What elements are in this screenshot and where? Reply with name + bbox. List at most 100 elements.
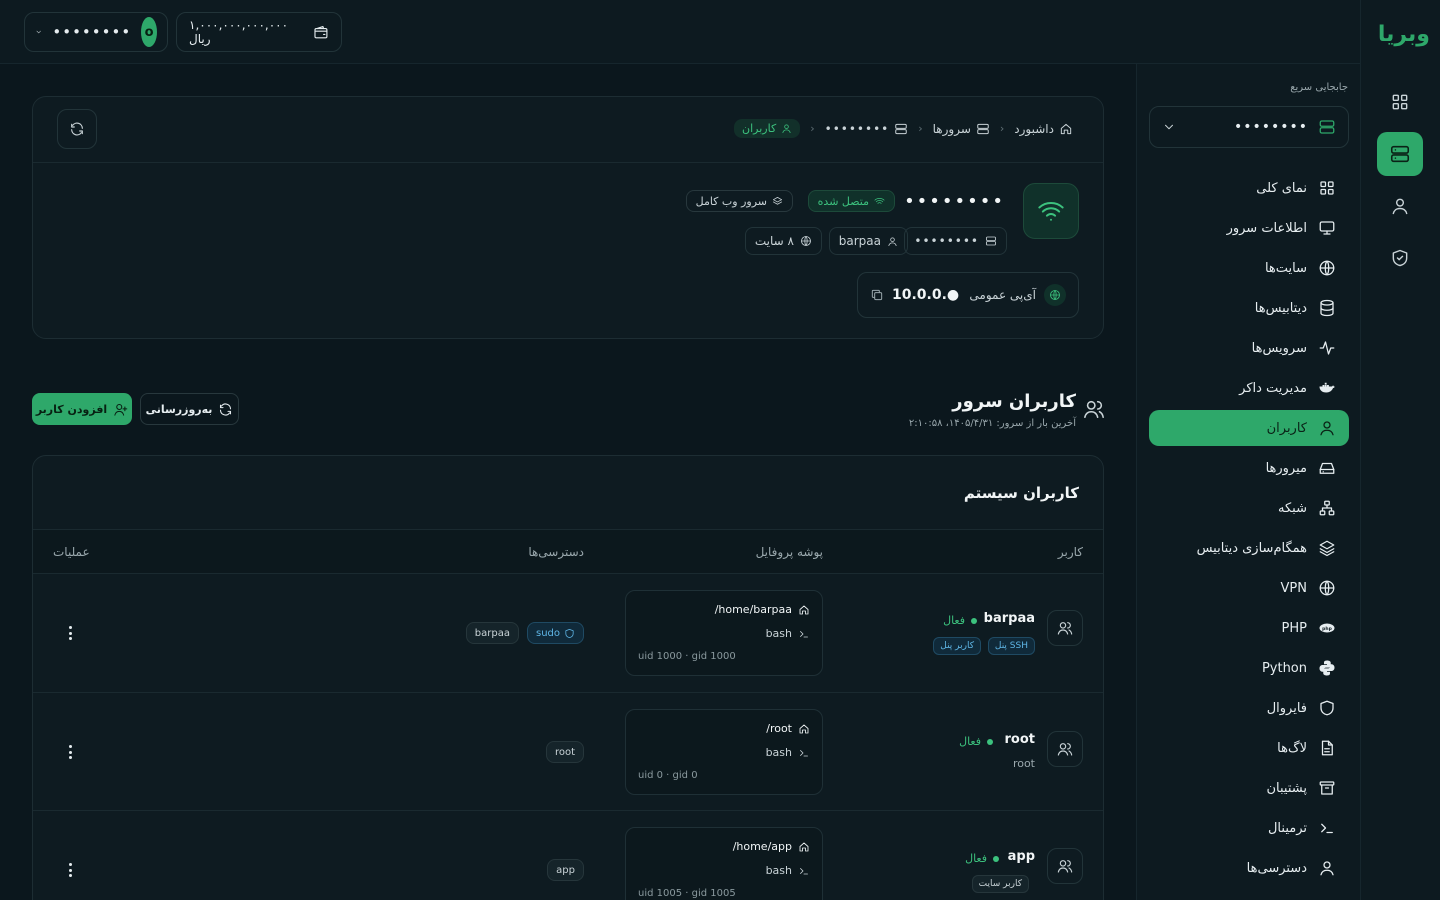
home-directory-box: /home/app bash uid 1005 · gid 1005 xyxy=(625,827,823,900)
sidebar-item-db-sync[interactable]: همگام‌سازی دیتابیس xyxy=(1149,530,1349,566)
server-icon xyxy=(977,123,989,134)
table-row: root فعال root /root bash uid 0 · gid 0 … xyxy=(33,693,1103,811)
user-icon xyxy=(1320,421,1334,436)
sidebar-item-access[interactable]: دسترسی‌ها xyxy=(1149,850,1349,886)
sidebar-item-label: شبکه xyxy=(1278,500,1307,516)
breadcrumb-server[interactable]: •••••••• xyxy=(825,122,909,136)
section-title: کاربران سرور xyxy=(952,391,1076,412)
home-icon xyxy=(799,605,809,614)
sidebar-item-terminal[interactable]: ترمینال xyxy=(1149,810,1349,846)
rail-security-button[interactable] xyxy=(1377,236,1423,280)
server-type-label: سرور وب کامل xyxy=(695,194,767,208)
add-user-button[interactable]: افزودن کاربر xyxy=(32,393,132,425)
connection-tile xyxy=(1023,183,1079,239)
network-icon xyxy=(1319,500,1335,516)
sidebar-item-overview[interactable]: نمای کلی xyxy=(1149,170,1349,206)
sidebar-item-php[interactable]: PHP php xyxy=(1149,610,1349,646)
permission-badge-sudo: sudo xyxy=(526,622,584,644)
user-avatar xyxy=(1047,731,1083,767)
server-type-badge: سرور وب کامل xyxy=(685,190,793,212)
user-tag: کاربر پنل xyxy=(933,637,981,655)
sidebar-item-python[interactable]: Python xyxy=(1149,650,1349,686)
server-name: •••••••• xyxy=(904,191,1005,212)
rail-dashboard-button[interactable] xyxy=(1377,80,1423,124)
status-label: متصل شده xyxy=(817,194,869,208)
public-ip-box: آی‌پی عمومی 10.0.0.● xyxy=(857,272,1079,318)
user-status-label: فعال xyxy=(965,852,987,865)
chevron-left-icon: ‹ xyxy=(918,122,923,135)
breadcrumb-dashboard-label: داشبورد xyxy=(1014,121,1054,136)
sidebar-item-label: VPN xyxy=(1280,580,1307,596)
sidebar-item-network[interactable]: شبکه xyxy=(1149,490,1349,526)
breadcrumb-servers[interactable]: سرورها xyxy=(933,122,990,136)
rail-servers-button[interactable] xyxy=(1377,132,1423,176)
sidebar-item-users[interactable]: کاربران xyxy=(1149,410,1349,446)
monitor-icon xyxy=(1319,221,1335,235)
home-path-label: /root xyxy=(766,722,792,735)
breadcrumb: داشبورد ‹ سرورها ‹ •••••••• ‹ کاربران xyxy=(734,119,1073,138)
home-icon xyxy=(799,724,809,733)
avatar: o xyxy=(141,17,157,47)
shell: bash xyxy=(766,864,810,877)
sidebar-item-backup[interactable]: پشتیبان xyxy=(1149,770,1349,806)
sidebar-item-sites[interactable]: سایت‌ها xyxy=(1149,250,1349,286)
users-icon xyxy=(1057,622,1073,635)
row-actions-button[interactable] xyxy=(63,624,77,642)
copy-ip-button[interactable] xyxy=(870,288,884,302)
sidebar-item-logs[interactable]: لاگ‌ها xyxy=(1149,730,1349,766)
host-chip: •••••••• xyxy=(904,227,1007,255)
top-bar: •••••••• o ۱,۰۰۰,۰۰۰,۰۰۰,۰۰۰ ریال xyxy=(0,0,1360,64)
server-icon xyxy=(1390,145,1410,163)
file-text-icon xyxy=(1321,740,1333,756)
refresh-users-button[interactable]: به‌روزرسانی xyxy=(140,393,239,425)
php-icon: php xyxy=(1319,623,1335,633)
shield-icon xyxy=(1320,700,1334,716)
archive-icon xyxy=(1319,781,1335,795)
breadcrumb-current: کاربران xyxy=(734,119,801,138)
users-icon xyxy=(1057,743,1073,756)
status-badge: متصل شده xyxy=(807,190,895,212)
home-path-label: /home/app xyxy=(732,840,792,853)
sidebar-item-docker[interactable]: مدیریت داکر xyxy=(1149,370,1349,406)
table-row: app فعال کاربر سایت /home/app bash uid 1… xyxy=(33,811,1103,900)
user-icon xyxy=(1392,198,1408,215)
breadcrumb-current-label: کاربران xyxy=(742,122,777,135)
sidebar-item-services[interactable]: سرویس‌ها xyxy=(1149,330,1349,366)
rail-profile-button[interactable] xyxy=(1377,184,1423,228)
sidebar-item-label: دسترسی‌ها xyxy=(1246,860,1307,876)
user-avatar xyxy=(1047,848,1083,884)
sidebar: جابجایی سریع •••••••• نمای کلی اطلاعات س… xyxy=(1136,64,1360,900)
quick-switch-select[interactable]: •••••••• xyxy=(1149,106,1349,148)
refresh-icon xyxy=(220,402,232,416)
sidebar-item-databases[interactable]: دیتابیس‌ها xyxy=(1149,290,1349,326)
sidebar-item-label: نمای کلی xyxy=(1256,180,1307,196)
user-name: app xyxy=(1007,849,1035,864)
row-actions-button[interactable] xyxy=(63,861,77,879)
user-name: root xyxy=(1004,732,1036,747)
python-icon xyxy=(1319,660,1335,676)
users-table-card: کاربران سیستم کاربر پوشه پروفایل دسترسی‌… xyxy=(32,455,1104,900)
svg-text:php: php xyxy=(1322,626,1332,632)
user-label: barpaa xyxy=(838,234,881,248)
layers-icon xyxy=(772,196,783,205)
home-directory-box: /home/barpaa bash uid 1000 · gid 1000 xyxy=(625,590,823,676)
terminal-icon xyxy=(1321,823,1333,834)
breadcrumb-dashboard[interactable]: داشبورد xyxy=(1014,122,1073,136)
wallet-balance[interactable]: ۱,۰۰۰,۰۰۰,۰۰۰,۰۰۰ ریال xyxy=(176,12,342,52)
section-subtitle: آخرین بار از سرور: ۱۴۰۵/۴/۳۱، ۲:۱۰:۵۸ xyxy=(908,418,1076,429)
account-menu-button[interactable]: •••••••• o xyxy=(24,12,168,52)
home-path: /home/barpaa xyxy=(715,603,810,616)
permission-badge: root xyxy=(545,741,584,763)
sidebar-item-mirrors[interactable]: میرورها xyxy=(1149,450,1349,486)
shell-label: bash xyxy=(765,627,792,640)
wifi-icon xyxy=(1038,202,1064,221)
sidebar-item-server-info[interactable]: اطلاعات سرور xyxy=(1149,210,1349,246)
sidebar-item-firewall[interactable]: فایروال xyxy=(1149,690,1349,726)
sidebar-item-vpn[interactable]: VPN xyxy=(1149,570,1349,606)
refresh-server-button[interactable] xyxy=(57,109,97,149)
public-ip-label: آی‌پی عمومی xyxy=(969,288,1036,302)
home-path: /home/app xyxy=(733,840,810,853)
row-actions-button[interactable] xyxy=(63,743,77,761)
permission-badge: barpaa xyxy=(465,622,519,644)
public-ip-value: 10.0.0.● xyxy=(892,287,960,303)
